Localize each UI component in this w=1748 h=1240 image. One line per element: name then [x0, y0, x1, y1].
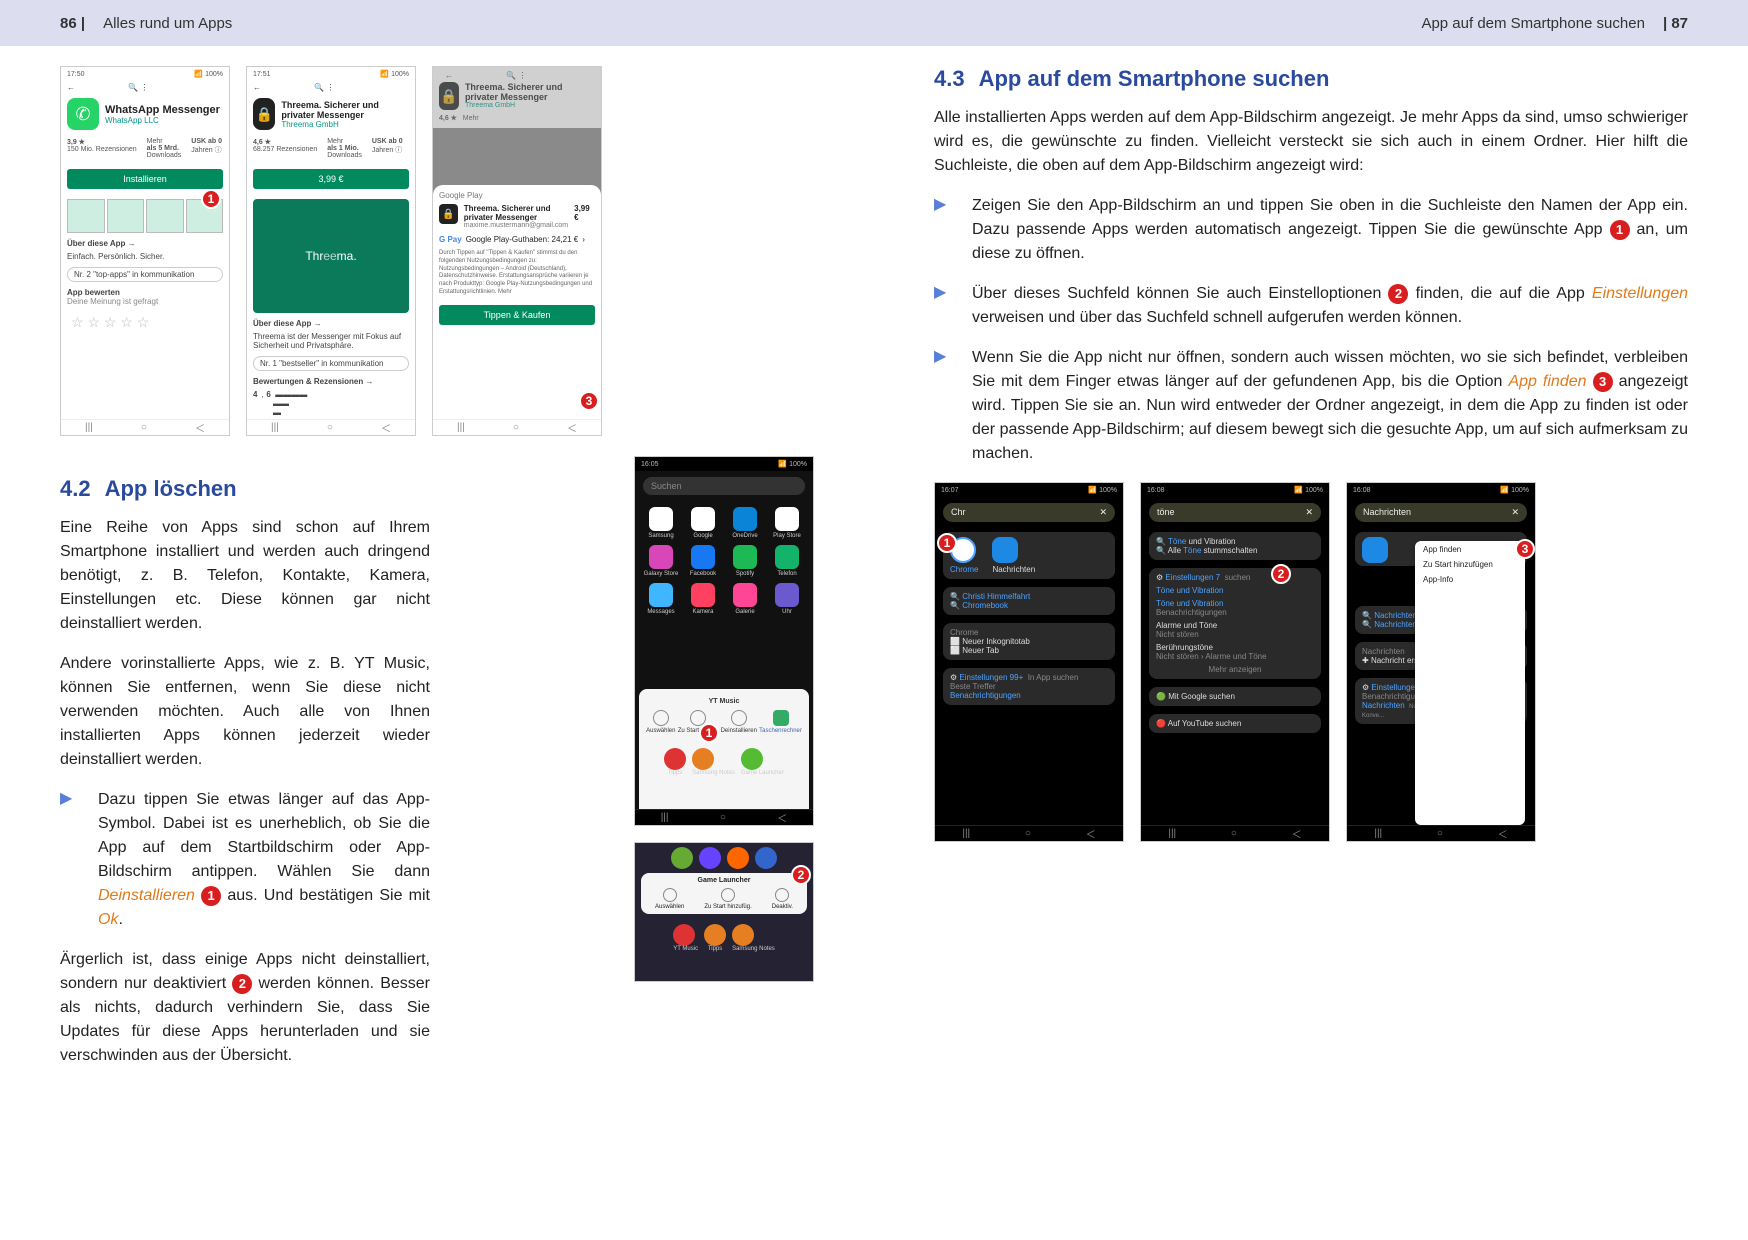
bottom-screenshots-row: 16:07📶 100% Chr✕ 1 Chrome Nachrichten 🔍 …	[934, 482, 1688, 842]
screenshot-threema: 17:51📶 100% ← 🔍 ⋮ 🔒 Threema. Sicherer un…	[246, 66, 416, 436]
p2: Andere vorinstallierte Apps, wie z. B. Y…	[60, 652, 430, 772]
intro: Alle installierten Apps werden auf dem A…	[934, 106, 1688, 178]
callout-2: 2	[1271, 564, 1291, 584]
screenshot-deactivate: Game Launcher Auswählen Zu Start hinzufü…	[634, 842, 814, 982]
threema-icon: 🔒	[253, 98, 275, 130]
bullet-deinstall: ▶ Dazu tippen Sie etwas länger auf das A…	[60, 788, 430, 932]
page-right: App auf dem Smartphone suchen 87 4.3App …	[874, 0, 1748, 1240]
toolbar: ← 🔍 ⋮	[61, 81, 229, 94]
callout-1: 1	[699, 723, 719, 743]
bullet-icon: ▶	[934, 282, 952, 330]
price-button[interactable]: 3,99 €	[253, 169, 409, 189]
promo-image: Threema.	[253, 199, 409, 313]
page-header-right: App auf dem Smartphone suchen 87	[874, 0, 1748, 46]
bullet-icon: ▶	[934, 346, 952, 466]
page-number-right: 87	[1645, 15, 1688, 32]
chapter-title-left: Alles rund um Apps	[103, 15, 232, 32]
section-4-2-wrapper: 4.2App löschen Eine Reihe von Apps sind …	[60, 456, 814, 1084]
context-menu[interactable]: App finden 3 Zu Start hinzufügen App-Inf…	[1415, 541, 1525, 825]
callout-1: 1	[1610, 220, 1630, 240]
install-button[interactable]: Installieren	[67, 169, 223, 189]
screenshot-purchase: ← 🔍 ⋮ 🔒 Threema. Sicherer und privater M…	[432, 66, 602, 436]
callout-2: 2	[791, 865, 811, 885]
callout-2: 2	[232, 974, 252, 994]
callout-3: 3	[1593, 372, 1613, 392]
page-left: 86 Alles rund um Apps 17:50 📶 100% ← 🔍 ⋮ …	[0, 0, 874, 1240]
screenshot-app-grid: 16:05📶 100% Suchen Samsung Google OneDri…	[634, 456, 814, 826]
callout-3: 3	[1515, 539, 1535, 559]
section-4-2-title: 4.2App löschen	[60, 476, 430, 502]
app-name: WhatsApp Messenger	[105, 104, 220, 116]
callout-1: 1	[201, 886, 221, 906]
lock-icon: 🔒	[439, 82, 459, 110]
app-vendor: WhatsApp LLC	[105, 116, 220, 125]
screenshot-whatsapp: 17:50 📶 100% ← 🔍 ⋮ ✆ WhatsApp Messenger W…	[60, 66, 230, 436]
nav-bar: |||○＜	[61, 419, 229, 435]
bullet-3: ▶ Wenn Sie die App nicht nur öffnen, son…	[934, 346, 1688, 466]
context-popup: YT Music Auswählen Zu Start hinzuf. Dein…	[639, 689, 809, 809]
section-4-3-title: 4.3App auf dem Smartphone suchen	[934, 66, 1688, 92]
search-input[interactable]: Chr✕	[943, 503, 1115, 522]
callout-3: 3	[579, 391, 599, 411]
lock-icon: 🔒	[439, 204, 458, 224]
battery: 📶 100%	[194, 70, 223, 78]
screenshot-search-toene: 16:08📶 100% töne✕ 🔍 Töne und Vibration 🔍…	[1140, 482, 1330, 842]
callout-1: 1	[201, 189, 221, 209]
search-input[interactable]: Nachrichten✕	[1355, 503, 1527, 522]
callout-1: 1	[937, 533, 957, 553]
search-input[interactable]: töne✕	[1149, 503, 1321, 522]
chapter-title-right: App auf dem Smartphone suchen	[1421, 15, 1644, 32]
bullet-1: ▶ Zeigen Sie den App-Bildschirm an und t…	[934, 194, 1688, 266]
whatsapp-icon: ✆	[67, 98, 99, 130]
screenshot-search-nachrichten: 16:08📶 100% Nachrichten✕ App finden 3 Zu…	[1346, 482, 1536, 842]
app-grid: Samsung Google OneDrive Play Store Galax…	[635, 501, 813, 621]
p3: Ärgerlich ist, dass einige Apps nicht de…	[60, 948, 430, 1068]
time: 17:50	[67, 71, 85, 78]
p1: Eine Reihe von Apps sind schon auf Ihrem…	[60, 516, 430, 636]
page-number-left: 86	[60, 15, 103, 32]
bullet-2: ▶ Über dieses Suchfeld können Sie auch E…	[934, 282, 1688, 330]
top-screenshots-row: 17:50 📶 100% ← 🔍 ⋮ ✆ WhatsApp Messenger W…	[60, 66, 814, 436]
callout-2: 2	[1388, 284, 1408, 304]
buy-button[interactable]: Tippen & Kaufen	[439, 305, 595, 325]
bullet-icon: ▶	[60, 788, 78, 932]
screenshot-search-chr: 16:07📶 100% Chr✕ 1 Chrome Nachrichten 🔍 …	[934, 482, 1124, 842]
search-input[interactable]: Suchen	[643, 477, 805, 495]
rating-stars[interactable]: ☆ ☆ ☆ ☆ ☆	[61, 308, 229, 337]
page-header-left: 86 Alles rund um Apps	[0, 0, 874, 46]
bullet-icon: ▶	[934, 194, 952, 266]
